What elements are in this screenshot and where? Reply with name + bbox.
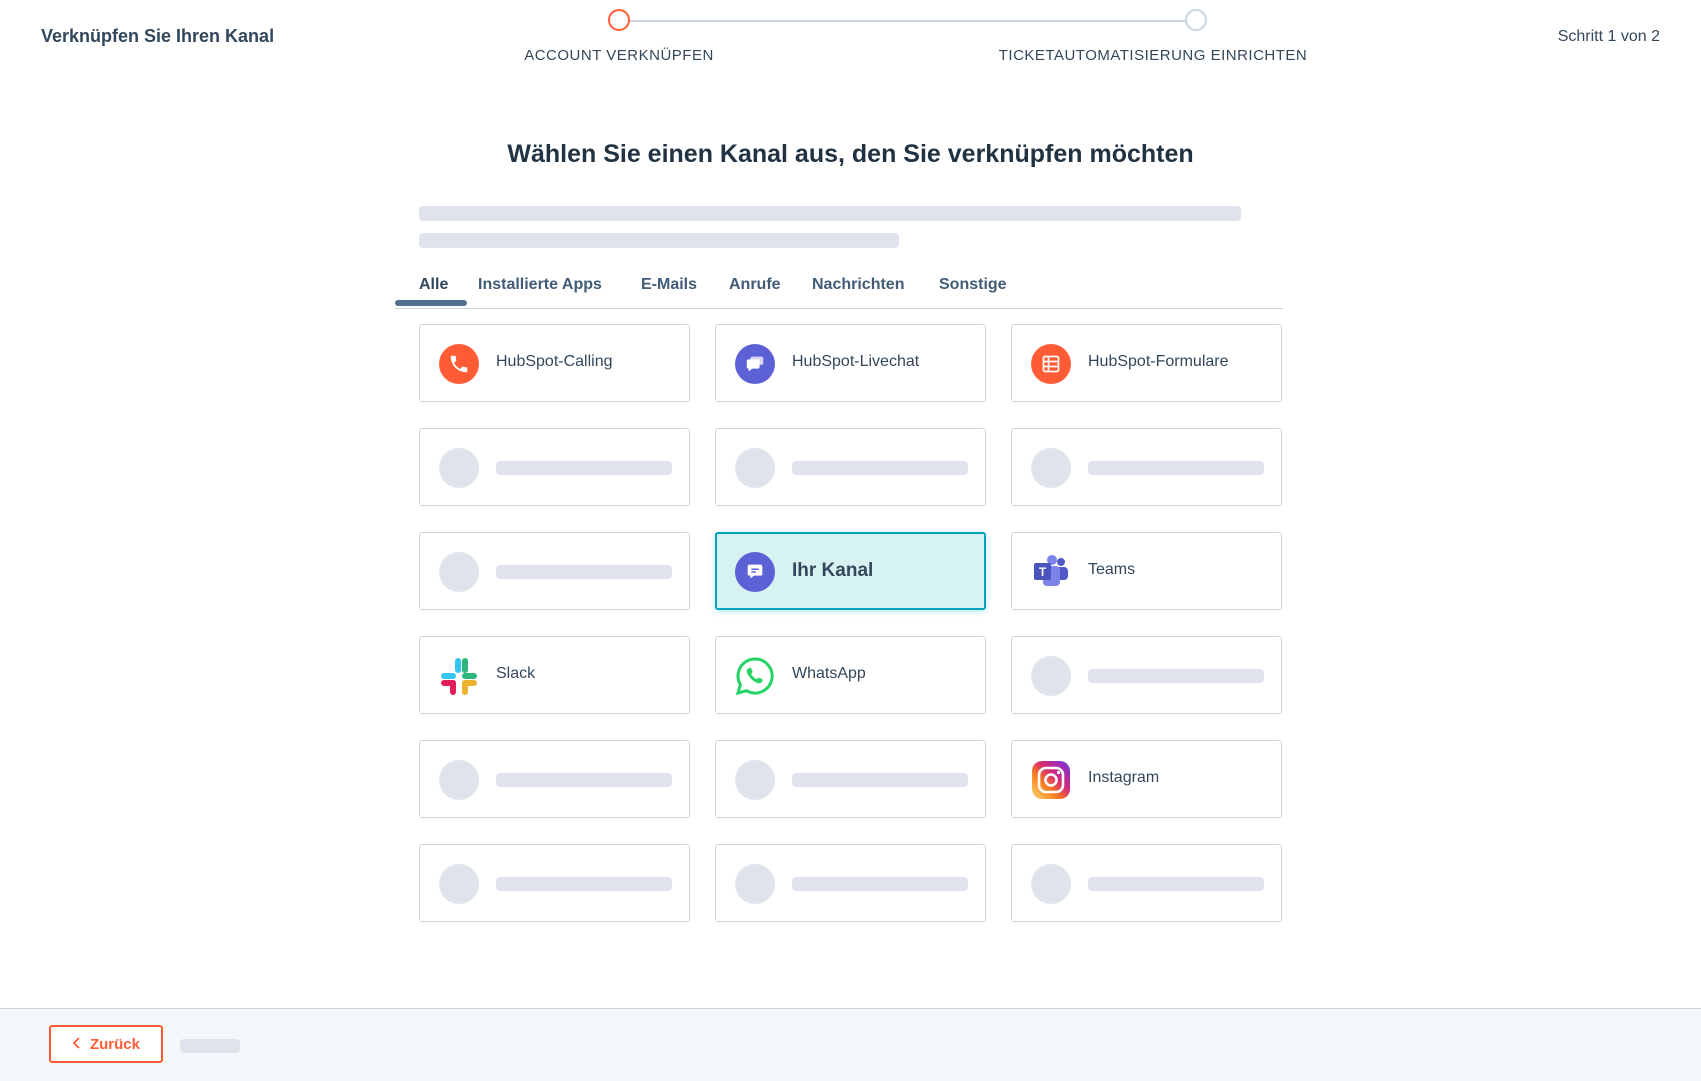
channel-card-whatsapp[interactable]: WhatsApp: [715, 636, 986, 714]
tab-calls[interactable]: Anrufe: [729, 276, 781, 294]
channel-card-placeholder: [419, 740, 690, 818]
back-button[interactable]: Zurück: [49, 1025, 163, 1063]
footer-bar: Zurück: [0, 1008, 1701, 1081]
channel-card-placeholder: [419, 428, 690, 506]
channel-label: WhatsApp: [792, 665, 866, 682]
channel-card-slack[interactable]: Slack: [419, 636, 690, 714]
tab-emails[interactable]: E-Mails: [641, 276, 697, 294]
channel-card-teams[interactable]: T Teams: [1011, 532, 1282, 610]
channel-label: HubSpot-Calling: [496, 353, 613, 370]
description-skeleton-line: [419, 206, 1241, 221]
page-title: Wählen Sie einen Kanal aus, den Sie verk…: [507, 140, 1194, 168]
channel-card-placeholder: [419, 844, 690, 922]
channel-card-placeholder: [715, 428, 986, 506]
channel-label: Teams: [1088, 561, 1136, 578]
progress-line: [619, 20, 1196, 22]
chat-bubble-icon: [735, 552, 775, 592]
channel-tabs: Alle Installierte Apps E-Mails Anrufe Na…: [395, 270, 1283, 309]
step-count: Schritt 1 von 2: [1557, 28, 1660, 45]
channel-card-hubspot-livechat[interactable]: HubSpot-Livechat: [715, 324, 986, 402]
step-1-label: ACCOUNT VERKNÜPFEN: [524, 47, 714, 64]
back-button-label: Zurück: [89, 1035, 140, 1053]
tab-installed-apps[interactable]: Installierte Apps: [478, 276, 602, 294]
channel-card-your-channel[interactable]: Ihr Kanal: [715, 532, 986, 610]
footer-skeleton: [180, 1039, 240, 1053]
chat-bubbles-icon: [735, 344, 775, 384]
wizard-title: Verknüpfen Sie Ihren Kanal: [41, 26, 275, 46]
whatsapp-logo-icon: [735, 656, 775, 696]
tab-other[interactable]: Sonstige: [939, 276, 1007, 294]
chevron-left-icon: [72, 1036, 82, 1053]
channel-label: HubSpot-Formulare: [1088, 353, 1229, 370]
channel-label: HubSpot-Livechat: [792, 353, 920, 370]
channel-card-instagram[interactable]: Instagram: [1011, 740, 1282, 818]
tab-all[interactable]: Alle: [419, 276, 448, 294]
description-skeleton-line: [419, 233, 899, 248]
phone-icon: [439, 344, 479, 384]
svg-text:T: T: [1039, 565, 1047, 579]
instagram-logo-icon: [1031, 760, 1071, 800]
channel-label: Instagram: [1088, 769, 1160, 786]
form-icon: [1031, 344, 1071, 384]
channel-card-hubspot-calling[interactable]: HubSpot-Calling: [419, 324, 690, 402]
slack-logo-icon: [439, 656, 479, 696]
channel-card-placeholder: [419, 532, 690, 610]
channel-card-placeholder: [1011, 636, 1282, 714]
channel-card-placeholder: [715, 740, 986, 818]
channel-card-placeholder: [1011, 844, 1282, 922]
step-2-label: TICKETAUTOMATISIERUNG EINRICHTEN: [998, 47, 1308, 64]
teams-logo-icon: T: [1031, 552, 1071, 592]
channel-card-placeholder: [1011, 428, 1282, 506]
channel-card-hubspot-forms[interactable]: HubSpot-Formulare: [1011, 324, 1282, 402]
active-tab-indicator: [395, 300, 467, 306]
tab-messages[interactable]: Nachrichten: [812, 276, 904, 294]
channel-label: Ihr Kanal: [792, 560, 874, 581]
step-2-indicator: [1185, 9, 1207, 31]
channel-card-placeholder: [715, 844, 986, 922]
step-1-indicator: [608, 9, 630, 31]
channel-label: Slack: [496, 665, 536, 682]
